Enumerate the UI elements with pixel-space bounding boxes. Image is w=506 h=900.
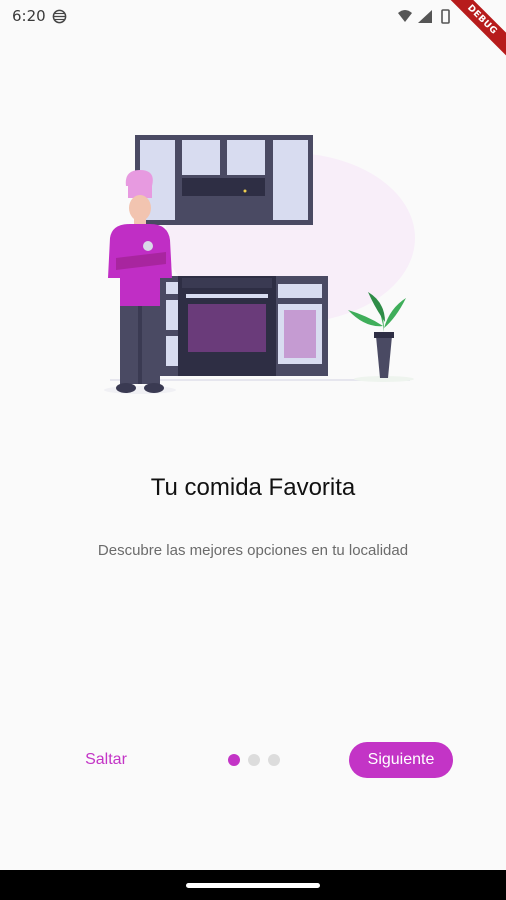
wifi-icon — [398, 10, 412, 22]
home-indicator[interactable] — [186, 883, 320, 888]
system-navigation-bar — [0, 870, 506, 900]
skip-button[interactable]: Saltar — [66, 744, 146, 776]
chef-kitchen-illustration — [104, 135, 415, 394]
next-button[interactable]: Siguiente — [349, 742, 453, 778]
signal-icon — [418, 10, 432, 23]
onboarding-subtitle: Descubre las mejores opciones en tu loca… — [97, 542, 409, 559]
status-time: 6:20 — [12, 7, 46, 25]
page-dot-3[interactable] — [268, 754, 280, 766]
onboarding-title: Tu comida Favorita — [150, 474, 356, 501]
page-dot-1[interactable] — [228, 754, 240, 766]
onboarding-screen: 6:20 DEBUG Tu comida Favorita Descubre l… — [0, 0, 506, 900]
page-indicator — [228, 754, 280, 766]
globe-icon — [52, 9, 67, 24]
status-bar: 6:20 DEBUG — [0, 0, 506, 59]
status-indicators — [398, 9, 450, 24]
page-dot-2[interactable] — [248, 754, 260, 766]
battery-icon — [441, 9, 450, 24]
